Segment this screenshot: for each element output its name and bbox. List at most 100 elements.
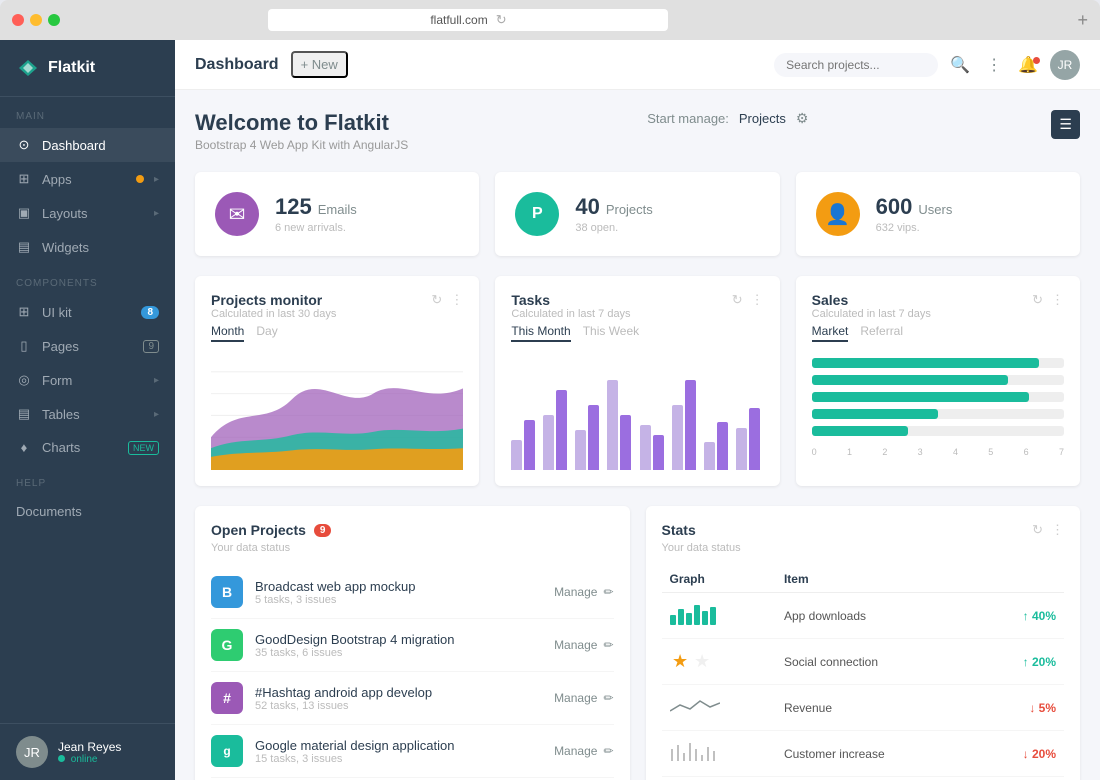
project-info: Google material design application 15 ta…	[255, 738, 542, 765]
tab-referral[interactable]: Referral	[860, 324, 903, 342]
refresh-icon[interactable]: ↻	[1032, 292, 1043, 308]
refresh-icon[interactable]: ↻	[431, 292, 442, 308]
chart-tabs: Month Day	[211, 324, 463, 342]
sidebar-item-tables[interactable]: ▤ Tables ▸	[0, 397, 175, 431]
reload-icon[interactable]: ↻	[496, 12, 507, 28]
stat-cards: ✉ 125 Emails 6 new arrivals. P 40	[195, 172, 1080, 256]
tab-month[interactable]: Month	[211, 324, 244, 342]
project-meta: 5 tasks, 3 issues	[255, 594, 542, 606]
topbar-search: 🔍 ⋮ 🔔 JR	[774, 50, 1080, 80]
layouts-icon: ▣	[16, 205, 32, 221]
layouts-arrow: ▸	[154, 208, 159, 219]
sidebar-item-pages[interactable]: ▯ Pages 9	[0, 329, 175, 363]
sidebar-item-charts[interactable]: ♦ Charts NEW	[0, 431, 175, 464]
chart-actions: ↻ ⋮	[732, 292, 764, 308]
more-icon[interactable]: ⋮	[1051, 292, 1064, 308]
hbar-fill	[812, 426, 908, 436]
list-view-button[interactable]: ☰	[1051, 110, 1080, 139]
card-header: Open Projects 9	[211, 522, 614, 538]
bar-group	[672, 380, 700, 470]
bar	[543, 415, 554, 470]
hbar-fill	[812, 375, 1009, 385]
tab-this-month[interactable]: This Month	[511, 324, 570, 342]
sidebar-item-dashboard[interactable]: ⊙ Dashboard	[0, 128, 175, 162]
svg-text:★: ★	[672, 651, 688, 671]
tables-icon: ▤	[16, 406, 32, 422]
manage-button[interactable]: Manage ✏	[554, 744, 613, 758]
open-projects-title: Open Projects 9	[211, 522, 331, 538]
apps-badge	[136, 175, 144, 183]
stats-row: Customer increase ↓ 20%	[662, 731, 1065, 777]
menu-icon[interactable]: ⋮	[982, 51, 1006, 79]
close-button[interactable]	[12, 14, 24, 26]
project-info: Broadcast web app mockup 5 tasks, 3 issu…	[255, 579, 542, 606]
project-meta: 15 tasks, 3 issues	[255, 753, 542, 765]
chart-header: Projects monitor Calculated in last 30 d…	[211, 292, 463, 320]
maximize-button[interactable]	[48, 14, 60, 26]
users-label: Users	[918, 202, 952, 217]
svg-text:★: ★	[694, 651, 710, 671]
charts-row: Projects monitor Calculated in last 30 d…	[195, 276, 1080, 486]
stat-name: App downloads	[776, 593, 978, 639]
sidebar-item-form[interactable]: ◎ Form ▸	[0, 363, 175, 397]
manage-button[interactable]: Manage ✏	[554, 585, 613, 599]
help-section-label: Help	[0, 464, 175, 495]
chart-title-group: Sales Calculated in last 7 days	[812, 292, 931, 320]
apps-arrow: ▸	[154, 174, 159, 185]
hbar-fill	[812, 409, 938, 419]
bar-group	[607, 380, 635, 470]
project-item: G GoodDesign Bootstrap 4 migration 35 ta…	[211, 619, 614, 672]
stat-name: Order placed	[776, 777, 978, 780]
project-info: #Hashtag android app develop 52 tasks, 1…	[255, 685, 542, 712]
minimize-button[interactable]	[30, 14, 42, 26]
new-button[interactable]: + New	[291, 51, 348, 78]
chart-actions: ↻ ⋮	[1032, 522, 1064, 538]
sidebar-item-label: Pages	[42, 339, 133, 354]
more-icon[interactable]: ⋮	[1051, 522, 1064, 538]
project-avatar-g2: g	[211, 735, 243, 767]
sidebar-item-label: Dashboard	[42, 138, 159, 153]
tab-market[interactable]: Market	[812, 324, 849, 342]
bar	[524, 420, 535, 470]
pages-icon: ▯	[16, 338, 32, 354]
sidebar-item-widgets[interactable]: ▤ Widgets	[0, 230, 175, 264]
manage-projects-link[interactable]: Projects	[739, 111, 786, 126]
chart-title-group: Projects monitor Calculated in last 30 d…	[211, 292, 336, 320]
chart-title-group: Tasks Calculated in last 7 days	[511, 292, 630, 320]
url-bar[interactable]: flatfull.com ↻	[268, 9, 668, 31]
projects-monitor-sub: Calculated in last 30 days	[211, 308, 336, 320]
user-info: Jean Reyes online	[58, 740, 121, 765]
stat-name: Social connection	[776, 639, 978, 685]
more-icon[interactable]: ⋮	[450, 292, 463, 308]
sidebar-item-layouts[interactable]: ▣ Layouts ▸	[0, 196, 175, 230]
page-title: Welcome to Flatkit	[195, 110, 408, 136]
new-tab-button[interactable]: +	[1077, 10, 1088, 31]
manage-button[interactable]: Manage ✏	[554, 691, 613, 705]
stats-card: Stats ↻ ⋮ Your data status Graph Item	[646, 506, 1081, 780]
stat-name: Customer increase	[776, 731, 978, 777]
bar	[588, 405, 599, 470]
sidebar-item-uikit[interactable]: ⊞ UI kit 8	[0, 295, 175, 329]
more-icon[interactable]: ⋮	[751, 292, 764, 308]
search-input[interactable]	[786, 58, 926, 72]
tasks-sub: Calculated in last 7 days	[511, 308, 630, 320]
user-avatar[interactable]: JR	[16, 736, 48, 768]
tab-this-week[interactable]: This Week	[583, 324, 639, 342]
refresh-icon[interactable]: ↻	[1032, 522, 1043, 538]
manage-button[interactable]: Manage ✏	[554, 638, 613, 652]
settings-icon[interactable]: ⚙	[796, 110, 809, 127]
sidebar-logo: Flatkit	[0, 40, 175, 97]
search-icon[interactable]: 🔍	[946, 51, 974, 79]
tab-day[interactable]: Day	[256, 324, 277, 342]
topbar-avatar[interactable]: JR	[1050, 50, 1080, 80]
sidebar: Flatkit Main ⊙ Dashboard ⊞ Apps ▸ ▣ Layo…	[0, 40, 175, 780]
sidebar-item-documents[interactable]: Documents	[0, 495, 175, 528]
project-list: B Broadcast web app mockup 5 tasks, 3 is…	[211, 566, 614, 780]
mini-chart-line	[670, 693, 720, 717]
emails-label: Emails	[318, 202, 357, 217]
refresh-icon[interactable]: ↻	[732, 292, 743, 308]
page-title-group: Welcome to Flatkit Bootstrap 4 Web App K…	[195, 110, 408, 152]
notification-badge	[1033, 57, 1040, 64]
emails-icon: ✉	[215, 192, 259, 236]
sidebar-item-apps[interactable]: ⊞ Apps ▸	[0, 162, 175, 196]
